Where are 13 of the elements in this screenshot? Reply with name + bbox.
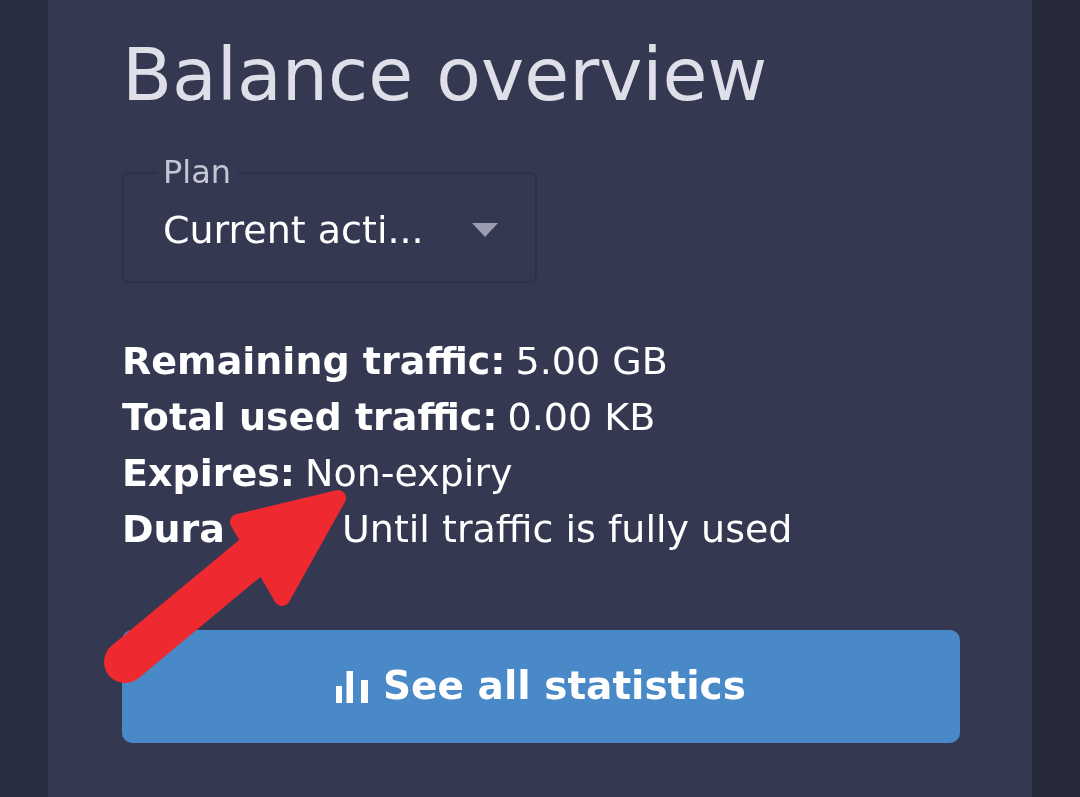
detail-label: Dura xyxy=(122,506,225,553)
detail-value: 5.00 GB xyxy=(515,338,668,385)
bar-chart-icon xyxy=(336,670,368,703)
select-value: Current acti... xyxy=(163,211,424,249)
detail-label: Remaining traffic: xyxy=(122,338,506,385)
detail-label: Total used traffic: xyxy=(122,394,498,441)
detail-value: 0.00 KB xyxy=(507,394,656,441)
page-title: Balance overview xyxy=(122,38,769,111)
detail-value: Non-expiry xyxy=(305,450,513,497)
caret-icon xyxy=(472,223,498,237)
statistics-button[interactable]: See all statistics xyxy=(122,630,960,743)
detail-value: Until traffic is fully used xyxy=(342,506,793,553)
detail-label: Expires: xyxy=(122,450,296,497)
